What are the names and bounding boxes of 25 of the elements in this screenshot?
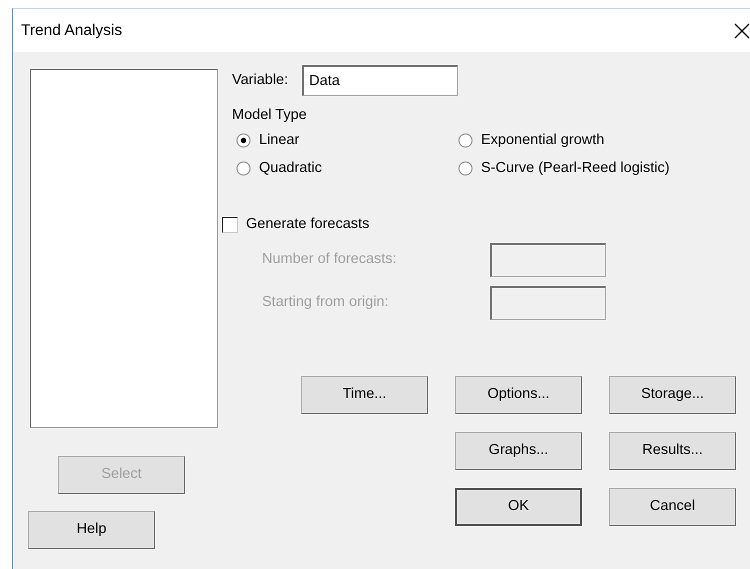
radio-label[interactable]: Exponential growth xyxy=(481,130,604,152)
button[interactable]: Results... xyxy=(609,432,736,470)
button[interactable]: Graphs... xyxy=(455,432,582,470)
radio-button[interactable] xyxy=(236,160,251,176)
variable-field[interactable]: Data xyxy=(302,65,458,96)
button[interactable]: Storage... xyxy=(609,376,736,414)
radio-label[interactable]: Quadratic xyxy=(259,158,322,180)
radio-label[interactable]: Linear xyxy=(259,130,300,152)
variable-label: Variable: xyxy=(232,70,288,90)
button[interactable]: Cancel xyxy=(609,488,736,526)
radio-button[interactable] xyxy=(458,160,473,176)
window-title: Trend Analysis xyxy=(21,20,122,41)
button[interactable]: Help xyxy=(28,511,155,549)
button[interactable]: Time... xyxy=(301,376,428,414)
radio-button[interactable] xyxy=(236,133,251,148)
field-label: Starting from origin: xyxy=(262,293,390,312)
button[interactable]: OK xyxy=(455,488,582,526)
model-type-label: Model Type xyxy=(232,106,308,125)
button[interactable]: Options... xyxy=(455,376,582,414)
checkbox[interactable] xyxy=(222,217,238,234)
checkbox-label[interactable]: Generate forecasts xyxy=(246,214,370,236)
radio-label[interactable]: S-Curve (Pearl-Reed logistic) xyxy=(481,158,670,180)
field-label: Number of forecasts: xyxy=(262,250,398,270)
close-icon[interactable] xyxy=(734,22,750,38)
radio-button[interactable] xyxy=(458,133,473,148)
